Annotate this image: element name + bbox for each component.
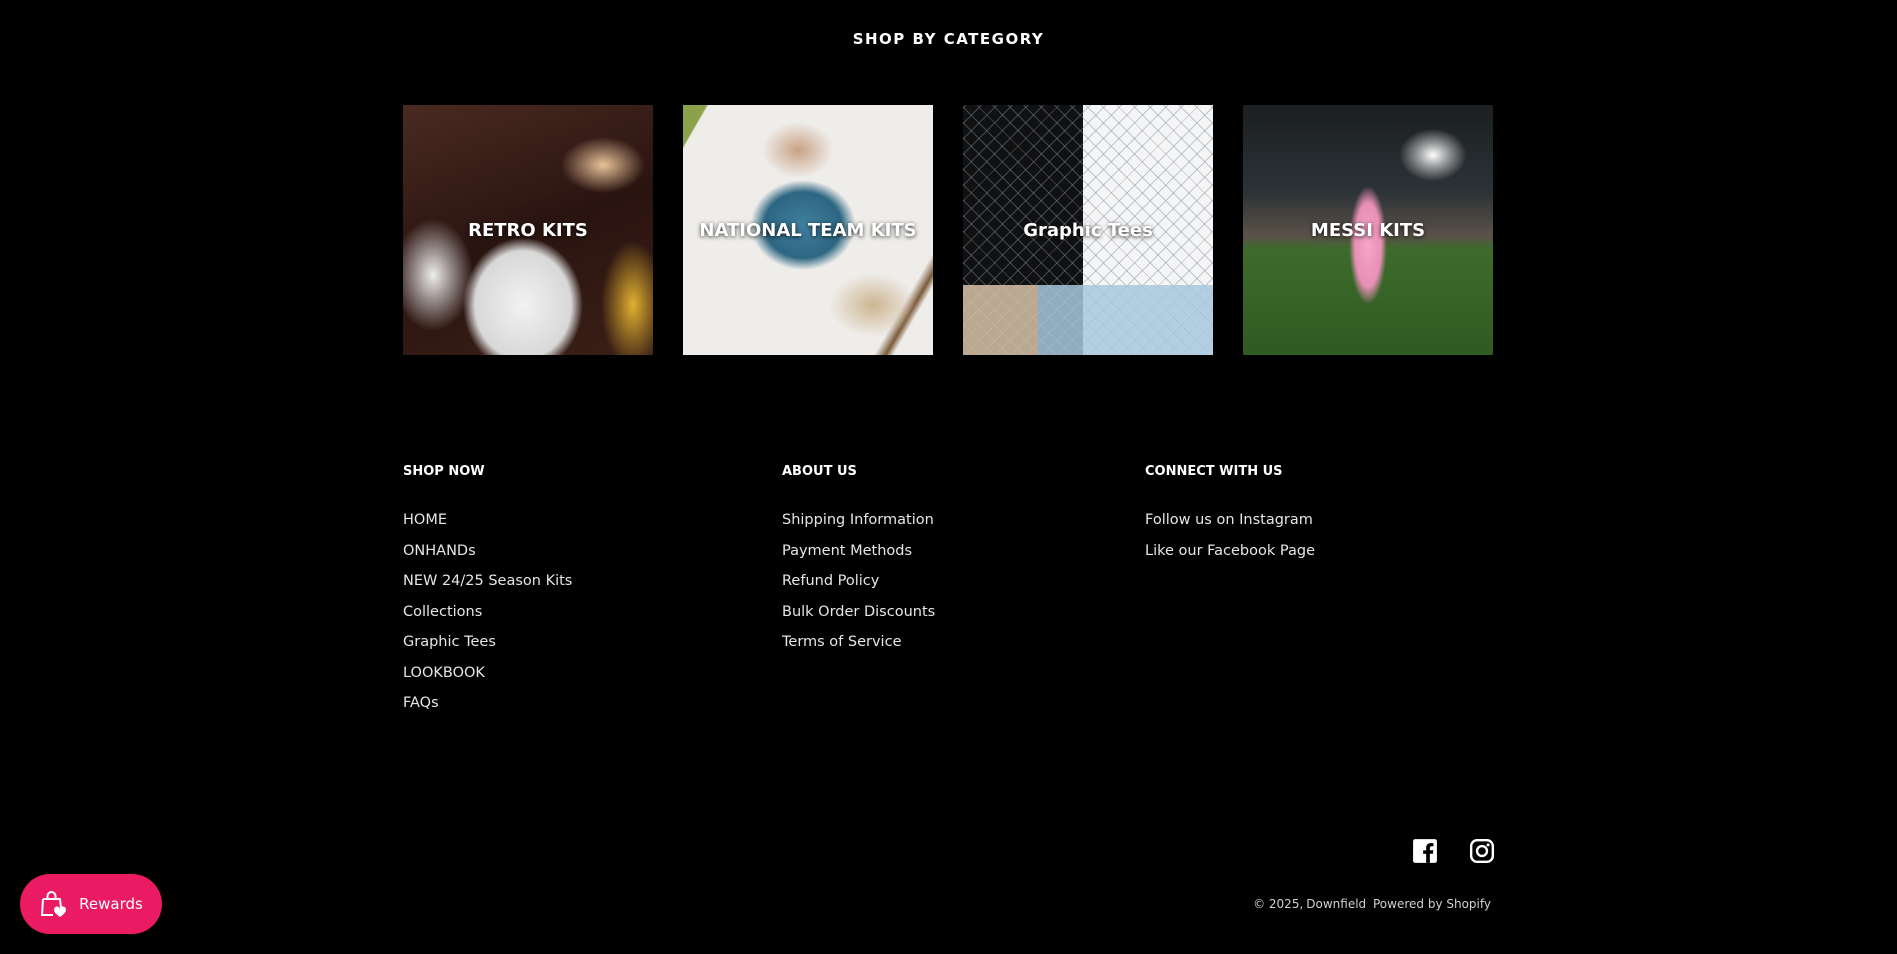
footer-link-refund[interactable]: Refund Policy [782,566,935,597]
footer-link-onhands[interactable]: ONHANDs [403,536,572,567]
facebook-icon[interactable] [1412,838,1438,864]
footer-link-bulk-order[interactable]: Bulk Order Discounts [782,597,935,628]
category-grid: RETRO KITS NATIONAL TEAM KITS Graphic Te… [403,105,1493,355]
category-label: MESSI KITS [1310,219,1426,241]
shopping-bag-heart-icon [41,891,67,917]
footer-shop-now: SHOP NOW HOME ONHANDs NEW 24/25 Season K… [403,464,572,719]
footer-link-season-kits[interactable]: NEW 24/25 Season Kits [403,566,572,597]
footer-link-facebook[interactable]: Like our Facebook Page [1145,536,1315,567]
category-label: Graphic Tees [1023,219,1153,241]
shop-by-category-title: SHOP BY CATEGORY [852,30,1045,48]
rewards-label: Rewards [79,895,143,913]
footer-link-faqs[interactable]: FAQs [403,688,572,719]
instagram-icon[interactable] [1469,838,1495,864]
footer-link-collections[interactable]: Collections [403,597,572,628]
footer-link-list: Follow us on Instagram Like our Facebook… [1145,505,1315,566]
footer-link-lookbook[interactable]: LOOKBOOK [403,658,572,689]
rewards-button[interactable]: Rewards [20,874,162,934]
footer-heading: ABOUT US [782,464,857,479]
footer-link-terms[interactable]: Terms of Service [782,627,935,658]
category-label: NATIONAL TEAM KITS [699,219,917,241]
brand-link[interactable]: Downfield [1306,897,1366,911]
footer-connect: CONNECT WITH US Follow us on Instagram L… [1145,464,1315,566]
footer-link-list: Shipping Information Payment Methods Ref… [782,505,935,658]
category-card-retro-kits[interactable]: RETRO KITS [403,105,653,355]
social-links [1412,838,1495,864]
footer-heading: CONNECT WITH US [1145,464,1283,479]
category-card-messi-kits[interactable]: MESSI KITS [1243,105,1493,355]
category-card-national-team-kits[interactable]: NATIONAL TEAM KITS [683,105,933,355]
footer-link-shipping[interactable]: Shipping Information [782,505,935,536]
footer-link-instagram[interactable]: Follow us on Instagram [1145,505,1315,536]
copyright: © 2025, Downfield Powered by Shopify [1253,897,1494,911]
footer-heading: SHOP NOW [403,464,485,479]
footer-link-graphic-tees[interactable]: Graphic Tees [403,627,572,658]
category-card-graphic-tees[interactable]: Graphic Tees [963,105,1213,355]
footer-about-us: ABOUT US Shipping Information Payment Me… [782,464,935,658]
powered-by-link[interactable]: Powered by Shopify [1373,897,1491,911]
copyright-year: © 2025, [1253,897,1304,911]
footer-link-list: HOME ONHANDs NEW 24/25 Season Kits Colle… [403,505,572,719]
category-label: RETRO KITS [468,219,588,241]
footer-link-home[interactable]: HOME [403,505,572,536]
footer-link-payment[interactable]: Payment Methods [782,536,935,567]
